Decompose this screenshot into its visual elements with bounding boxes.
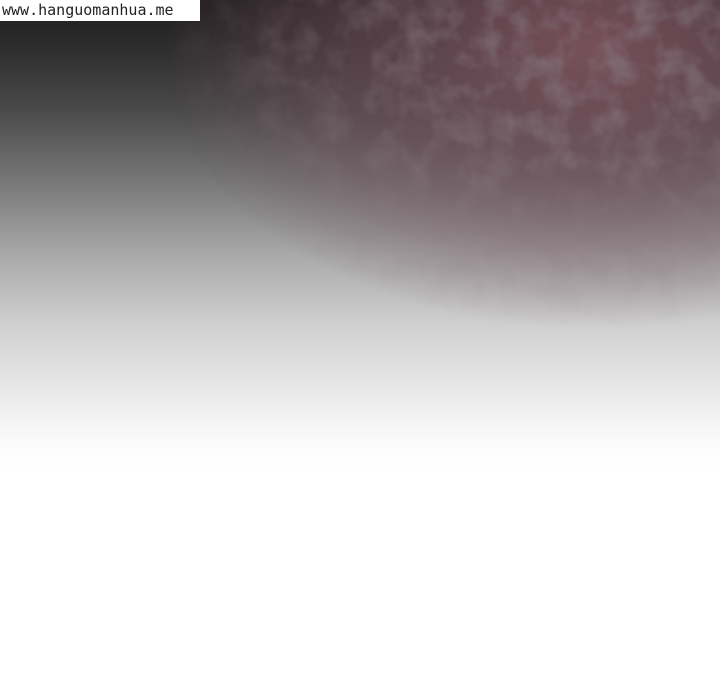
grain-texture xyxy=(0,0,720,470)
gradient-art-panel xyxy=(0,0,720,470)
watermark-url: www.hanguomanhua.me xyxy=(0,0,200,21)
texture-art xyxy=(0,0,720,470)
comic-page: www.hanguomanhua.me xyxy=(0,0,720,700)
